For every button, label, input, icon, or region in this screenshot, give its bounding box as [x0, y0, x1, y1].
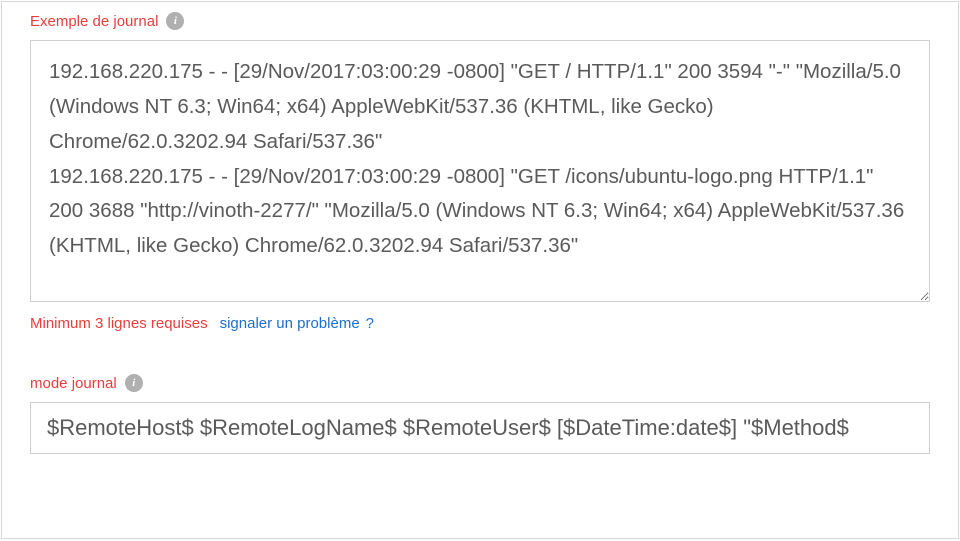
log-pattern-input[interactable] [30, 402, 930, 454]
log-mode-label-text: mode journal [30, 375, 117, 392]
log-mode-label: mode journal i [30, 374, 930, 392]
log-sample-textarea[interactable] [30, 40, 930, 302]
log-sample-label-text: Exemple de journal [30, 13, 158, 30]
info-icon[interactable]: i [166, 12, 184, 30]
min-lines-warning: Minimum 3 lignes requises [30, 315, 208, 332]
spacer [30, 332, 930, 374]
question-mark-icon: ? [366, 315, 374, 332]
form-panel: Exemple de journal i Minimum 3 lignes re… [1, 1, 959, 539]
report-problem-link[interactable]: signaler un problème [220, 315, 360, 332]
validation-row: Minimum 3 lignes requises signaler un pr… [30, 315, 930, 332]
log-sample-label: Exemple de journal i [30, 2, 930, 30]
info-icon[interactable]: i [125, 374, 143, 392]
